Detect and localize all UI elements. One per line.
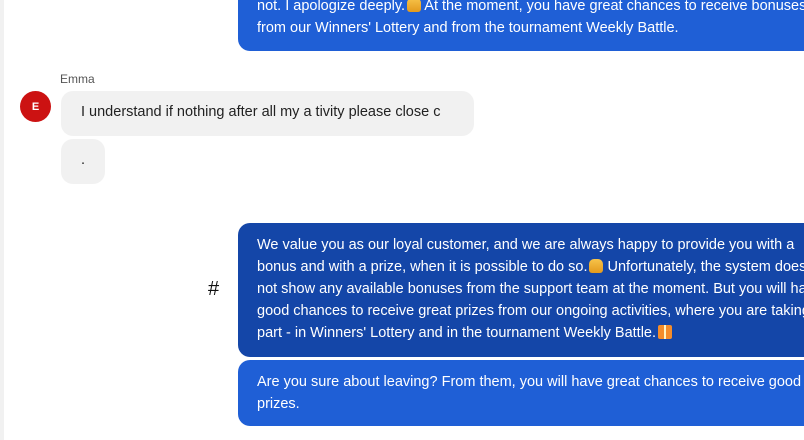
agent-message-text: We value you as our loyal customer, and … [257,237,795,253]
agent-message-text: Unfortunately, the system does [607,259,804,275]
agent-message-text: not. I apologize deeply. [257,0,406,14]
agent-message-text: At the moment, you have great chances to… [424,0,804,14]
agent-message-bubble: We value you as our loyal customer, and … [238,223,804,357]
agent-message-text: prizes. [257,396,300,412]
user-message-bubble: I understand if nothing after all my a t… [61,91,474,136]
agent-message-bubble: not. I apologize deeply. At the moment, … [238,0,804,51]
user-message-bubble: . [61,139,105,184]
agent-message-text: Are you sure about leaving? From them, y… [257,374,802,390]
avatar: E [20,91,51,122]
folded-hands-icon [407,0,422,12]
agent-message-text: not show any available bonuses from the … [257,281,804,297]
agent-message-text: from our Winners' Lottery and from the t… [257,20,679,36]
chat-left-border [0,0,4,440]
agent-message-bubble: Are you sure about leaving? From them, y… [238,360,804,426]
hash-icon: # [208,278,220,300]
gift-icon [658,325,673,339]
folded-hands-icon [589,259,604,273]
agent-message-text: good chances to receive great prizes fro… [257,303,804,319]
user-message-text: . [81,152,86,168]
sender-name: Emma [60,72,95,86]
user-message-text: I understand if nothing after all my a t… [81,104,441,120]
agent-message-text: bonus and with a prize, when it is possi… [257,259,588,275]
agent-message-text: part - in Winners' Lottery and in the to… [257,325,657,341]
